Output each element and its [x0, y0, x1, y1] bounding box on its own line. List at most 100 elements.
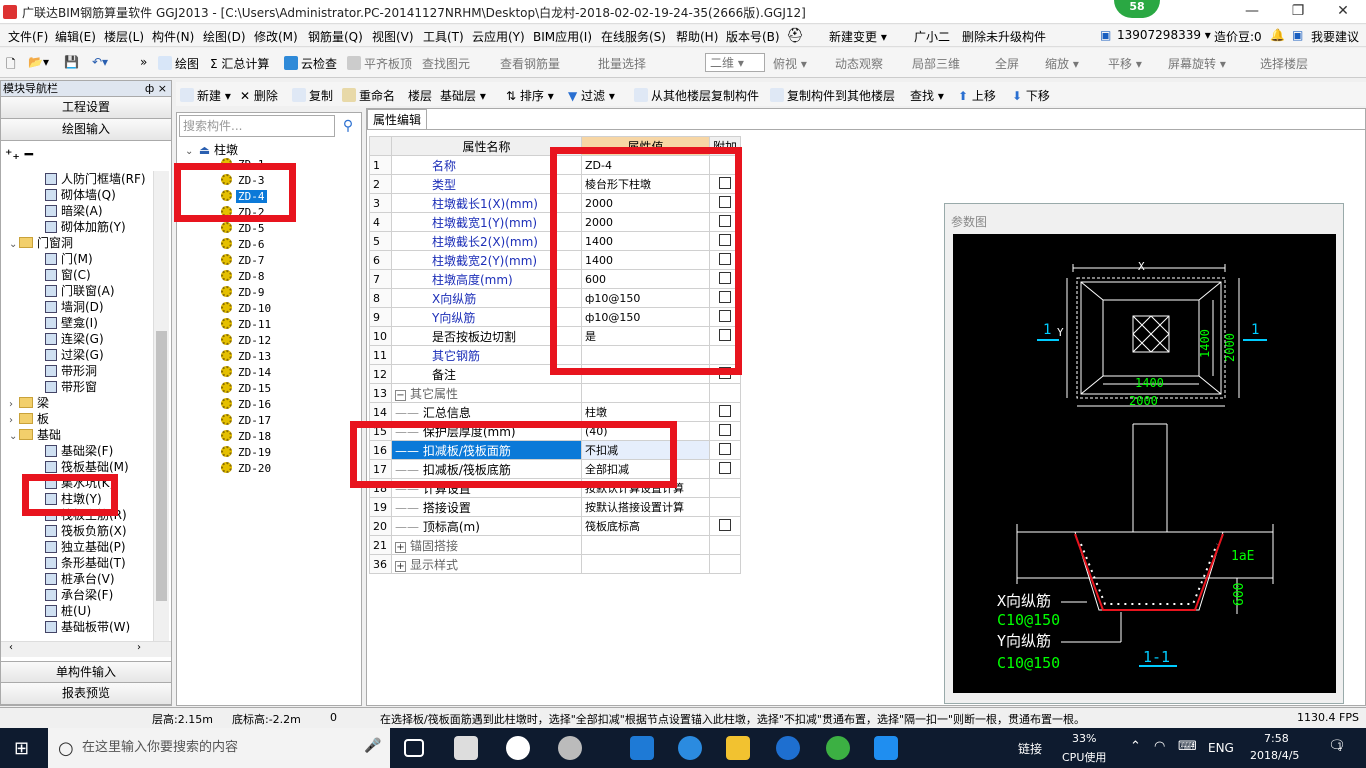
nav-item[interactable]: 砌体加筋(Y) — [45, 219, 126, 235]
language-indicator[interactable]: ENG — [1208, 741, 1234, 755]
fan-app-icon[interactable] — [454, 736, 478, 760]
local-3d-button[interactable]: 局部三维 — [912, 55, 960, 72]
extra-checkbox[interactable] — [719, 442, 731, 455]
nav-folder[interactable]: › 板 — [9, 411, 49, 427]
maximize-button[interactable]: ❐ — [1275, 0, 1321, 24]
component-item[interactable]: ZD-10 — [221, 301, 351, 317]
chevron-up-icon[interactable]: ⌃ — [1130, 739, 1141, 754]
component-root[interactable]: ⌄ ⏏ 柱墩 — [185, 141, 238, 158]
nav-item[interactable]: 桩承台(V) — [45, 571, 115, 587]
scrollbar-thumb[interactable] — [156, 331, 167, 601]
keyboard-icon[interactable]: ⌨ — [1178, 739, 1197, 754]
extra-checkbox[interactable] — [719, 461, 731, 474]
find-element-button[interactable]: 查找图元 — [422, 55, 470, 72]
draw-button[interactable]: 绘图 — [158, 55, 199, 72]
extra-checkbox[interactable] — [719, 423, 731, 436]
menu-edit[interactable]: 编辑(E) — [55, 28, 96, 45]
floor-select[interactable]: 基础层 ▾ — [438, 85, 496, 104]
property-name[interactable]: + 锚固搭接 — [391, 535, 582, 555]
search-icon[interactable]: ⚲ — [337, 115, 359, 137]
nav-item[interactable]: 壁龛(I) — [45, 315, 98, 331]
menu-account[interactable]: 13907298339 ▾ — [1117, 28, 1211, 42]
component-item[interactable]: ZD-8 — [221, 269, 351, 285]
menu-tools[interactable]: 工具(T) — [423, 28, 464, 45]
property-row[interactable]: 20 —— 顶标高(m) 筏板底标高 — [369, 516, 742, 536]
extra-checkbox[interactable] — [719, 518, 731, 531]
property-name[interactable]: + 显示样式 — [391, 554, 582, 574]
nav-item[interactable]: 条形基础(T) — [45, 555, 126, 571]
property-row[interactable]: 13− 其它属性 — [369, 383, 742, 403]
copy-from-floor-button[interactable]: 从其他楼层复制构件 — [634, 87, 759, 104]
save-icon[interactable]: 💾 — [64, 55, 79, 69]
nav-item[interactable]: 窗(C) — [45, 267, 91, 283]
task-view-icon[interactable] — [404, 739, 424, 757]
nav-item[interactable]: 独立基础(P) — [45, 539, 126, 555]
nav-item[interactable]: 砌体墙(Q) — [45, 187, 116, 203]
view-mode-select[interactable]: 二维 ▾ — [705, 53, 765, 72]
expand-collapse-icon[interactable]: ⁺₊ ━ — [5, 147, 33, 163]
property-value[interactable] — [581, 554, 710, 574]
clock-date[interactable]: 2018/4/5 — [1250, 749, 1299, 762]
menu-version[interactable]: 版本号(B) — [726, 28, 780, 45]
nav-item[interactable]: 带形洞 — [45, 363, 97, 379]
new-file-icon[interactable]: 🗋 — [6, 55, 16, 76]
nav-item[interactable]: 连梁(G) — [45, 331, 104, 347]
notification-badge[interactable]: 58 — [1114, 0, 1160, 18]
file-explorer-icon[interactable] — [726, 736, 750, 760]
nav-item[interactable]: 暗梁(A) — [45, 203, 103, 219]
find-button[interactable]: 查找 ▾ — [910, 87, 944, 104]
ie-browser-icon[interactable] — [678, 736, 702, 760]
nav-item[interactable]: 基础板带(W) — [45, 619, 130, 635]
menu-delete-unupgraded[interactable]: 删除未升级构件 — [962, 28, 1046, 45]
component-item[interactable]: ZD-12 — [221, 333, 351, 349]
menu-help[interactable]: 帮助(H) — [676, 28, 718, 45]
collapse-icon[interactable]: − — [395, 389, 406, 401]
tree-scrollbar[interactable] — [153, 171, 169, 641]
property-value[interactable] — [581, 535, 710, 555]
property-value[interactable]: 筏板底标高 — [581, 516, 710, 536]
collapse-icon[interactable]: ⌄ — [9, 429, 19, 445]
nav-item[interactable]: 墙洞(D) — [45, 299, 104, 315]
nav-item[interactable]: 基础梁(F) — [45, 443, 113, 459]
project-settings-button[interactable]: 工程设置 — [1, 97, 171, 119]
menu-component[interactable]: 构件(N) — [152, 28, 194, 45]
collapse-icon[interactable]: ⌄ — [185, 146, 195, 157]
flush-slab-top-button[interactable]: 平齐板顶 — [347, 55, 412, 72]
expand-icon[interactable]: + — [395, 560, 406, 572]
settings-app-icon[interactable] — [558, 736, 582, 760]
glodon-app-icon[interactable] — [776, 736, 800, 760]
menu-file[interactable]: 文件(F) — [8, 28, 48, 45]
nav-item[interactable]: 筏板负筋(X) — [45, 523, 127, 539]
pin-close-icon[interactable]: ф × — [145, 81, 167, 96]
property-value[interactable]: 按默认搭接设置计算 — [581, 497, 710, 517]
property-name[interactable]: —— 顶标高(m) — [391, 516, 582, 536]
menu-cloud[interactable]: 云应用(Y) — [472, 28, 525, 45]
delete-button[interactable]: ✕ 删除 — [240, 87, 278, 104]
extra-checkbox[interactable] — [719, 404, 731, 417]
property-row[interactable]: 19 —— 搭接设置 按默认搭接设置计算 — [369, 497, 742, 517]
nav-item[interactable]: 桩(U) — [45, 603, 91, 619]
browser-360-icon[interactable] — [826, 736, 850, 760]
menu-new-change[interactable]: 新建变更 ▾ — [829, 28, 887, 45]
filter-button[interactable]: ▼ 过滤 ▾ — [568, 87, 615, 104]
more-icon[interactable]: » — [140, 55, 147, 69]
zoom-button[interactable]: 缩放 ▾ — [1045, 55, 1079, 72]
menu-modify[interactable]: 修改(M) — [254, 28, 298, 45]
open-file-icon[interactable]: 📂▾ — [28, 55, 49, 69]
menu-rebar-qty[interactable]: 钢筋量(Q) — [308, 28, 363, 45]
property-name[interactable]: − 其它属性 — [391, 383, 582, 403]
sort-button[interactable]: ⇅ 排序 ▾ — [506, 87, 554, 104]
component-item[interactable]: ZD-6 — [221, 237, 351, 253]
nav-item[interactable]: 承台梁(F) — [45, 587, 113, 603]
nav-item[interactable]: 过梁(G) — [45, 347, 104, 363]
top-view-button[interactable]: 俯视 ▾ — [773, 55, 807, 72]
fullscreen-button[interactable]: 全屏 — [995, 55, 1019, 72]
orbit-button[interactable]: 动态观察 — [835, 55, 883, 72]
component-search-input[interactable]: 搜索构件... — [179, 115, 335, 137]
tab-property-edit[interactable]: 属性编辑 — [367, 109, 427, 129]
bell-icon[interactable]: 🔔 — [1270, 28, 1285, 42]
menu-suggest[interactable]: 我要建议 — [1311, 28, 1359, 45]
nav-item[interactable]: 门(M) — [45, 251, 93, 267]
component-item[interactable]: ZD-18 — [221, 429, 351, 445]
component-item[interactable]: ZD-5 — [221, 221, 351, 237]
